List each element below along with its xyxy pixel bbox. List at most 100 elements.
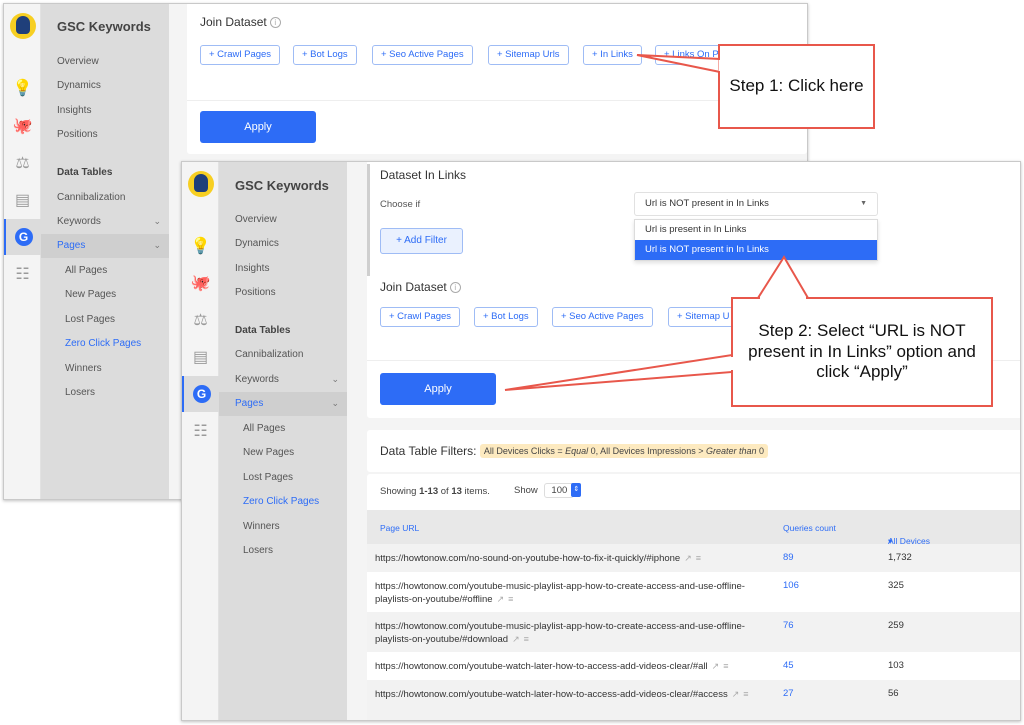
seo-bulb-gear-icon[interactable]: 💡 (182, 228, 219, 264)
stepper-icon[interactable]: ⇕ (571, 483, 582, 498)
crawl-pages-button[interactable]: + Crawl Pages (380, 307, 461, 327)
nav-item-keywords[interactable]: Keywords (57, 216, 101, 227)
sitemap-urls-button[interactable]: + Sitemap Urls (488, 45, 569, 65)
choose-if-select[interactable]: Url is NOT present in In Links ▼ (634, 192, 878, 216)
menu-icon[interactable]: ≡ (743, 689, 748, 699)
nav-item-insights[interactable]: Insights (57, 105, 91, 116)
apply-button[interactable]: Apply (380, 373, 496, 405)
nav-subitem-losers[interactable]: Losers (65, 387, 95, 398)
bot-logs-button[interactable]: + Bot Logs (474, 307, 538, 327)
nav-subitem-new-pages[interactable]: New Pages (65, 289, 116, 300)
table-row[interactable]: https://howtonow.com/youtube-music-playl… (367, 612, 1020, 652)
nav-item-cannibalization[interactable]: Cannibalization (235, 349, 303, 360)
row-queries[interactable]: 45 (783, 660, 794, 671)
nav-subitem-all-pages[interactable]: All Pages (243, 423, 285, 434)
nav-item-positions[interactable]: Positions (57, 129, 98, 140)
octopus-icon[interactable]: 🐙 (4, 108, 41, 144)
external-link-icon[interactable]: ↗ (732, 689, 740, 699)
nav-subitem-winners[interactable]: Winners (243, 521, 280, 532)
data-table-icon[interactable]: ☷ (4, 256, 41, 292)
google-g-icon[interactable]: G (4, 219, 41, 255)
option-url-not-present[interactable]: Url is NOT present in In Links (635, 240, 877, 260)
option-url-present[interactable]: Url is present in In Links (635, 220, 877, 240)
seo-bulb-gear-icon[interactable]: 💡 (4, 70, 41, 106)
seo-active-pages-button[interactable]: + Seo Active Pages (552, 307, 653, 327)
external-link-icon[interactable]: ↗ (497, 594, 505, 604)
row-url[interactable]: https://howtonow.com/no-sound-on-youtube… (375, 553, 680, 564)
active-filter-badge[interactable]: All Devices Clicks = Equal 0, All Device… (479, 444, 768, 458)
nav-item-dynamics[interactable]: Dynamics (235, 238, 279, 249)
nav-subitem-zero-click-pages[interactable]: Zero Click Pages (243, 496, 319, 507)
crawl-pages-button[interactable]: + Crawl Pages (200, 45, 281, 65)
scales-icon[interactable]: ⚖ (4, 145, 41, 181)
row-impressions: 259 (888, 620, 904, 631)
external-link-icon[interactable]: ↗ (712, 661, 720, 671)
chevron-down-icon[interactable]: ⌄ (331, 398, 339, 409)
links-on-page-button[interactable]: + Links On P (655, 45, 728, 65)
show-label: Show (514, 485, 538, 496)
info-icon[interactable]: i (269, 17, 281, 28)
table-header: Page URL Queries count All Devices Impre… (367, 510, 1020, 556)
nav-item-overview[interactable]: Overview (57, 56, 99, 67)
row-queries[interactable]: 89 (783, 552, 794, 563)
nav-item-pages[interactable]: Pages (235, 398, 263, 409)
page-size-select[interactable]: 100 (544, 483, 575, 498)
column-queries-count[interactable]: Queries count (783, 523, 836, 533)
chevron-down-icon[interactable]: ⌄ (331, 374, 339, 385)
external-link-icon[interactable]: ↗ (512, 634, 520, 644)
table-row[interactable]: https://howtonow.com/youtube-watch-later… (367, 680, 1020, 720)
menu-icon[interactable]: ≡ (696, 553, 701, 563)
app-logo-icon[interactable] (4, 8, 41, 44)
table-row[interactable]: https://howtonow.com/youtube-music-playl… (367, 572, 1020, 612)
row-url[interactable]: https://howtonow.com/youtube-music-playl… (375, 621, 745, 645)
front-window: 💡 🐙 ⚖ ▤ G ☷ GSC Keywords Overview Dynami… (181, 161, 1021, 721)
bot-logs-button[interactable]: + Bot Logs (293, 45, 357, 65)
scrollbar[interactable] (367, 164, 370, 276)
external-link-icon[interactable]: ↗ (684, 553, 692, 563)
google-g-icon[interactable]: G (182, 376, 219, 412)
chevron-down-icon[interactable]: ⌄ (153, 240, 161, 251)
info-icon[interactable]: i (449, 282, 461, 293)
nav-subitem-lost-pages[interactable]: Lost Pages (243, 472, 293, 483)
nav-item-dynamics[interactable]: Dynamics (57, 80, 101, 91)
row-queries[interactable]: 76 (783, 620, 794, 631)
nav-subitem-winners[interactable]: Winners (65, 363, 102, 374)
nav-item-overview[interactable]: Overview (235, 214, 277, 225)
nav-item-pages[interactable]: Pages (57, 240, 85, 251)
in-links-button[interactable]: + In Links (583, 45, 642, 65)
nav-subitem-losers[interactable]: Losers (243, 545, 273, 556)
add-filter-button[interactable]: + Add Filter (380, 228, 463, 254)
nav-subitem-new-pages[interactable]: New Pages (243, 447, 294, 458)
nav-subitem-all-pages[interactable]: All Pages (65, 265, 107, 276)
menu-icon[interactable]: ≡ (723, 661, 728, 671)
apply-button[interactable]: Apply (200, 111, 316, 143)
menu-icon[interactable]: ≡ (508, 594, 513, 604)
sitemap-urls-button[interactable]: + Sitemap U (668, 307, 739, 327)
row-queries[interactable]: 106 (783, 580, 799, 591)
nav-subitem-zero-click-pages[interactable]: Zero Click Pages (65, 338, 141, 349)
nav-subitem-lost-pages[interactable]: Lost Pages (65, 314, 115, 325)
app-title: GSC Keywords (235, 178, 329, 193)
row-url[interactable]: https://howtonow.com/youtube-music-playl… (375, 581, 745, 605)
scales-icon[interactable]: ⚖ (182, 302, 219, 338)
nav-item-cannibalization[interactable]: Cannibalization (57, 192, 125, 203)
app-logo-icon[interactable] (182, 166, 219, 202)
octopus-icon[interactable]: 🐙 (182, 265, 219, 301)
column-page-url[interactable]: Page URL (380, 523, 419, 533)
row-url[interactable]: https://howtonow.com/youtube-watch-later… (375, 661, 708, 672)
data-table-icon[interactable]: ☷ (182, 413, 219, 449)
nav-item-keywords[interactable]: Keywords (235, 374, 279, 385)
seo-active-pages-button[interactable]: + Seo Active Pages (372, 45, 473, 65)
nav-item-insights[interactable]: Insights (235, 263, 269, 274)
table-row[interactable]: https://howtonow.com/no-sound-on-youtube… (367, 544, 1020, 572)
log-files-icon[interactable]: ▤ (4, 182, 41, 218)
table-row[interactable]: https://howtonow.com/youtube-watch-later… (367, 652, 1020, 680)
chevron-down-icon[interactable]: ⌄ (153, 216, 161, 227)
page-size-control: Show 100 ⇕ (514, 483, 582, 498)
nav-item-positions[interactable]: Positions (235, 287, 276, 298)
row-url[interactable]: https://howtonow.com/youtube-watch-later… (375, 689, 728, 700)
log-files-icon[interactable]: ▤ (182, 339, 219, 375)
row-queries[interactable]: 27 (783, 688, 794, 699)
menu-icon[interactable]: ≡ (524, 634, 529, 644)
nav-sidebar: GSC Keywords Overview Dynamics Insights … (41, 4, 169, 499)
